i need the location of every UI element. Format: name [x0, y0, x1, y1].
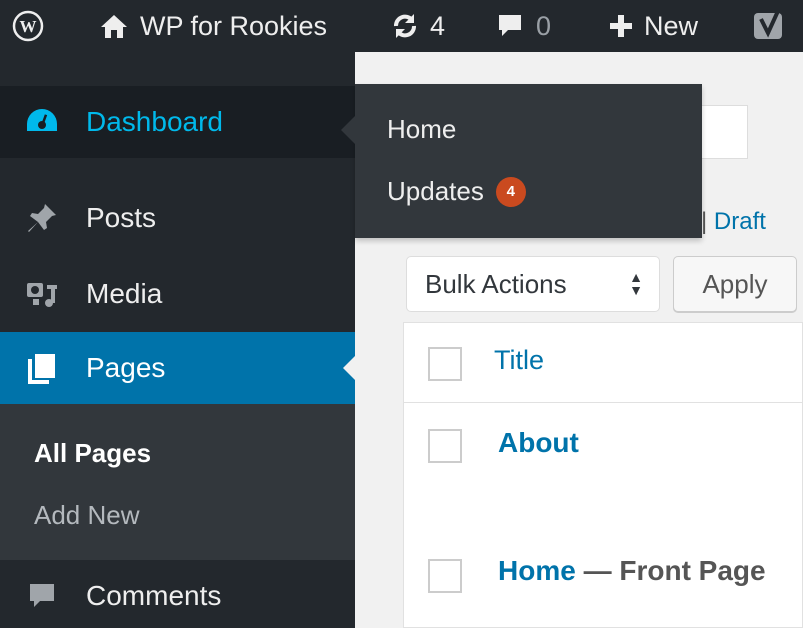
home-icon: [100, 13, 128, 39]
sidebar-item-label: Pages: [86, 352, 166, 383]
status-filter-links: | Draft: [701, 208, 766, 236]
sidebar-item-label: Dashboard: [86, 106, 223, 137]
admin-bar: W WP for Rookies 4 0 New: [0, 0, 803, 52]
sidebar-item-label: Media: [86, 278, 163, 309]
select-arrows-icon: ▲ ▼: [629, 269, 643, 298]
flyout-item-label: Updates: [387, 176, 484, 206]
comment-bubble-icon: [22, 576, 62, 616]
page-title-link[interactable]: About: [498, 427, 579, 459]
sidebar-item-dashboard[interactable]: Dashboard: [0, 86, 355, 158]
yoast-seo-icon[interactable]: [752, 0, 786, 52]
new-content-link[interactable]: New: [608, 0, 698, 52]
updates-count: 4: [430, 10, 446, 41]
sidebar-item-label: Comments: [86, 580, 222, 611]
page-title-link[interactable]: Home: [498, 555, 576, 586]
pushpin-icon: [22, 198, 62, 238]
search-input[interactable]: [698, 105, 748, 159]
flyout-item-home[interactable]: Home: [387, 114, 456, 145]
comments-link[interactable]: 0: [496, 0, 551, 52]
site-name-label: WP for Rookies: [140, 10, 328, 41]
apply-button[interactable]: Apply: [673, 256, 797, 312]
site-name-link[interactable]: WP for Rookies: [100, 0, 327, 52]
comments-count: 0: [536, 10, 552, 41]
bulk-actions-label: Bulk Actions: [425, 268, 567, 299]
updates-badge: 4: [495, 176, 526, 207]
pages-submenu: All Pages Add New: [0, 404, 355, 560]
select-all-checkbox[interactable]: [428, 347, 462, 381]
svg-text:W: W: [20, 17, 37, 36]
comment-bubble-icon: [496, 12, 524, 40]
flyout-item-label: Home: [387, 114, 457, 144]
dashboard-flyout-menu: Home Updates 4: [341, 84, 702, 238]
flyout-item-updates[interactable]: Updates 4: [387, 176, 526, 207]
sidebar-item-label: Posts: [86, 202, 157, 233]
updates-refresh-icon: [390, 11, 420, 41]
column-title-header[interactable]: Title: [494, 345, 544, 376]
page-title-cell: Home — Front Page: [498, 555, 766, 587]
sidebar-item-pages[interactable]: Pages: [0, 332, 355, 404]
row-checkbox[interactable]: [428, 559, 462, 593]
sidebar-item-posts[interactable]: Posts: [0, 182, 355, 254]
row-checkbox[interactable]: [428, 429, 462, 463]
page-state-label: — Front Page: [583, 555, 766, 586]
submenu-item-add-new[interactable]: Add New: [34, 500, 140, 531]
new-label: New: [644, 10, 699, 41]
bulk-actions-select[interactable]: Bulk Actions ▲ ▼: [406, 256, 660, 312]
table-header: Title: [404, 323, 803, 403]
sidebar-item-comments[interactable]: Comments: [0, 560, 355, 628]
pages-icon: [22, 348, 62, 388]
pages-table: Title About Home — Front Page: [403, 322, 803, 628]
dashboard-gauge-icon: [22, 102, 62, 142]
plus-icon: [608, 13, 634, 39]
media-camera-music-icon: [22, 274, 62, 314]
filter-drafts-link[interactable]: Draft: [714, 208, 766, 235]
submenu-item-all-pages[interactable]: All Pages: [34, 438, 151, 469]
updates-link[interactable]: 4: [390, 0, 445, 52]
sidebar-item-media[interactable]: Media: [0, 258, 355, 330]
admin-sidebar: Dashboard Posts Media Pages All Pages Ad…: [0, 52, 355, 628]
wordpress-logo-icon[interactable]: W: [12, 0, 44, 52]
